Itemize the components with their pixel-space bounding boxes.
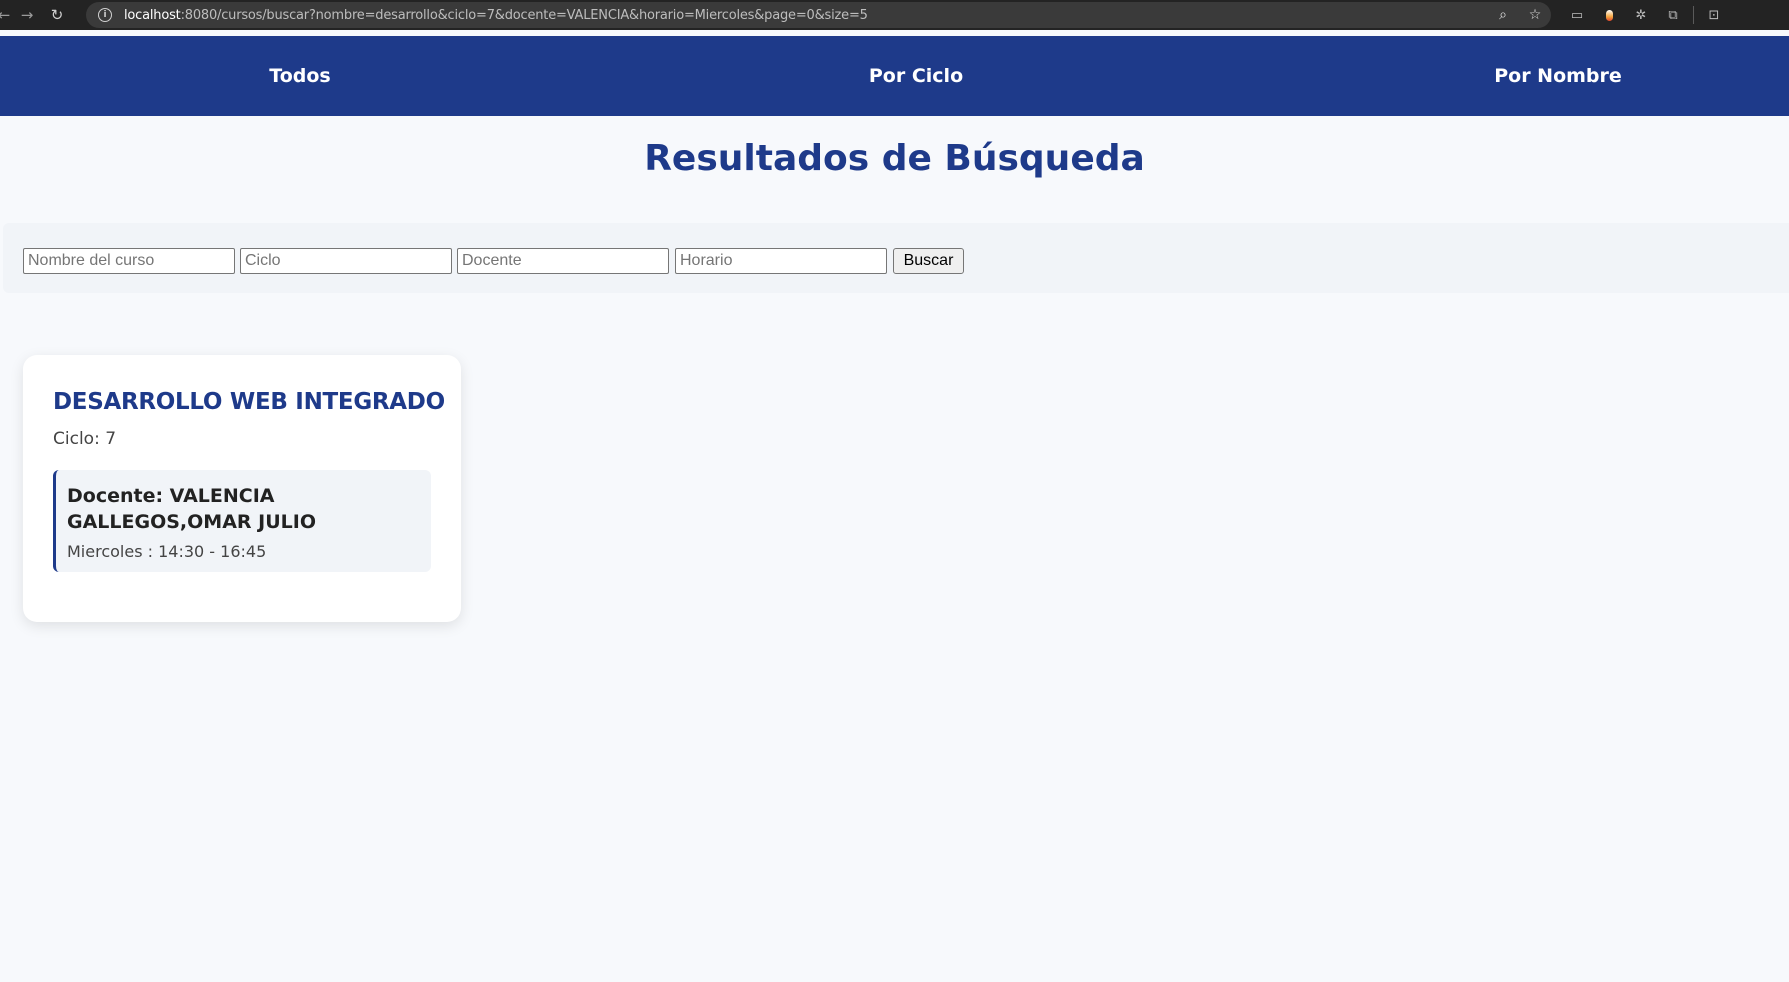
- back-arrow-icon[interactable]: ←: [0, 2, 12, 28]
- course-title: DESARROLLO WEB INTEGRADO: [53, 389, 445, 415]
- buscar-button[interactable]: Buscar: [893, 248, 964, 274]
- nav-link-por-nombre[interactable]: Por Nombre: [1494, 36, 1622, 116]
- zoom-icon[interactable]: ⌕: [1487, 7, 1519, 23]
- search-nombre-input[interactable]: [23, 248, 235, 274]
- main-nav: Todos Por Ciclo Por Nombre: [0, 36, 1789, 116]
- docente-block: Docente: VALENCIA GALLEGOS,OMAR JULIO Mi…: [53, 470, 431, 572]
- browser-toolbar: ← → ↻ i localhost:8080/cursos/buscar?nom…: [0, 0, 1789, 30]
- picture-in-picture-icon[interactable]: ▭: [1561, 4, 1593, 26]
- url-path: :8080/cursos/buscar?nombre=desarrollo&ci…: [180, 7, 868, 23]
- toolbar-divider: [1693, 6, 1694, 24]
- extensions-puzzle-icon[interactable]: ⧉: [1657, 4, 1689, 26]
- bookmark-star-icon[interactable]: ☆: [1519, 7, 1551, 23]
- course-ciclo-value: 7: [105, 429, 117, 449]
- url-host: localhost: [124, 7, 181, 23]
- site-info-icon[interactable]: i: [98, 8, 112, 22]
- forward-arrow-icon[interactable]: →: [12, 2, 42, 28]
- url-text: localhost:8080/cursos/buscar?nombre=desa…: [124, 8, 868, 23]
- nav-link-todos[interactable]: Todos: [269, 36, 330, 116]
- reload-icon[interactable]: ↻: [42, 2, 72, 28]
- search-ciclo-input[interactable]: [240, 248, 452, 274]
- extension-gear-icon[interactable]: ✲: [1625, 4, 1657, 26]
- search-horario-input[interactable]: [675, 248, 887, 274]
- address-bar[interactable]: i localhost:8080/cursos/buscar?nombre=de…: [86, 2, 1551, 28]
- search-docente-input[interactable]: [457, 248, 669, 274]
- nav-link-por-ciclo[interactable]: Por Ciclo: [869, 36, 963, 116]
- course-card: DESARROLLO WEB INTEGRADO Ciclo: 7 Docent…: [23, 355, 461, 622]
- course-ciclo-label: Ciclo:: [53, 429, 106, 449]
- page-title: Resultados de Búsqueda: [644, 138, 1145, 179]
- screenshot-icon[interactable]: ⊡: [1698, 4, 1730, 26]
- extension-flame-icon[interactable]: [1593, 4, 1625, 26]
- docente-schedule: Miercoles : 14:30 - 16:45: [67, 542, 267, 561]
- docente-name: Docente: VALENCIA GALLEGOS,OMAR JULIO: [67, 485, 316, 533]
- course-ciclo: Ciclo: 7: [53, 429, 116, 449]
